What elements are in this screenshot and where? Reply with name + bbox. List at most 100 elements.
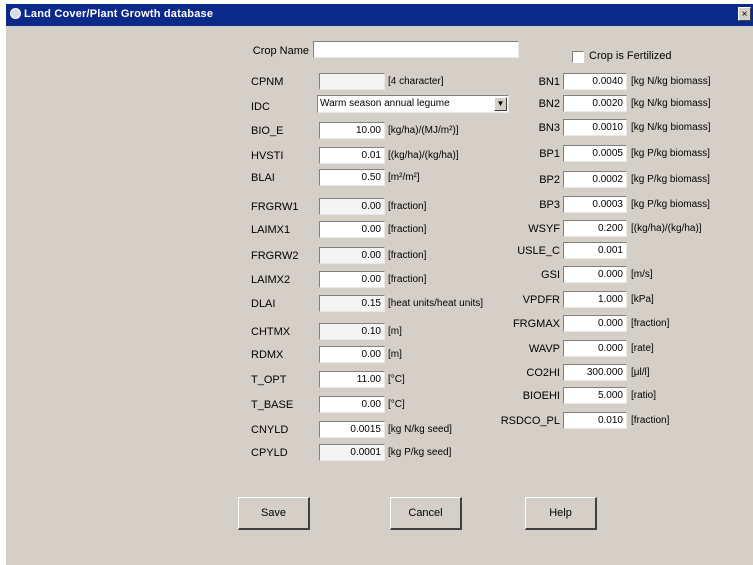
t_opt-label: T_OPT: [251, 374, 287, 386]
bp2-label: BP2: [539, 174, 560, 186]
bp1-label: BP1: [539, 148, 560, 160]
bp2-unit: [kg P/kg biomass]: [631, 174, 710, 185]
wavp-unit: [rate]: [631, 343, 654, 354]
cnyld-input[interactable]: 0.0015: [319, 421, 385, 438]
frgrw2-unit: [fraction]: [388, 250, 427, 261]
vpdfr-label: VPDFR: [522, 294, 560, 306]
hvsti-label: HVSTI: [251, 150, 284, 162]
cpyld-unit: [kg P/kg seed]: [388, 447, 452, 458]
frgmax-input[interactable]: 0.000: [563, 315, 627, 332]
bp3-label: BP3: [539, 199, 560, 211]
database-dialog: Land Cover/Plant Growth database × Crop …: [6, 4, 753, 565]
frgrw1-input[interactable]: 0.00: [319, 198, 385, 215]
bp2-input[interactable]: 0.0002: [563, 171, 627, 188]
cnyld-label: CNYLD: [251, 424, 289, 436]
frgmax-label: FRGMAX: [512, 318, 560, 330]
rsdco_pl-label: RSDCO_PL: [500, 415, 560, 427]
wsyf-unit: [(kg/ha)/(kg/ha)]: [631, 223, 702, 234]
crop-fertilized-label: Crop is Fertilized: [589, 50, 672, 62]
rdmx-label: RDMX: [251, 349, 284, 361]
blai-input[interactable]: 0.50: [319, 169, 385, 186]
app-icon: [10, 8, 21, 19]
bn2-unit: [kg N/kg biomass]: [631, 98, 711, 109]
wavp-label: WAVP: [528, 343, 560, 355]
bp1-input[interactable]: 0.0005: [563, 145, 627, 162]
close-button[interactable]: ×: [738, 7, 751, 21]
biaehi-label: BIOEHI: [522, 390, 560, 402]
bn1-label: BN1: [538, 76, 560, 88]
laimx2-unit: [fraction]: [388, 274, 427, 285]
wsyf-input[interactable]: 0.200: [563, 220, 627, 237]
bp3-input[interactable]: 0.0003: [563, 196, 627, 213]
dlai-unit: [heat units/heat units]: [388, 298, 484, 309]
cpyld-input[interactable]: 0.0001: [319, 444, 385, 461]
idc-selected-value: Warm season annual legume: [320, 98, 450, 109]
biaehi-unit: [ratio]: [631, 390, 657, 401]
wsyf-label: WSYF: [528, 223, 560, 235]
chtmx-label: CHTMX: [251, 326, 291, 338]
bp1-unit: [kg P/kg biomass]: [631, 148, 710, 159]
t_base-unit: [°C]: [388, 399, 405, 410]
co2hi-label: CO2HI: [526, 367, 560, 379]
cancel-button[interactable]: Cancel: [390, 497, 462, 530]
chtmx-unit: [m]: [388, 326, 402, 337]
bn2-label: BN2: [538, 98, 560, 110]
wavp-input[interactable]: 0.000: [563, 340, 627, 357]
vpdfr-input[interactable]: 1.000: [563, 291, 627, 308]
frgrw2-input[interactable]: 0.00: [319, 247, 385, 264]
cpnm-input[interactable]: [319, 73, 385, 90]
crop-name-input[interactable]: [313, 41, 519, 58]
frgrw1-label: FRGRW1: [251, 201, 299, 213]
crop-name-label: Crop Name: [252, 45, 309, 57]
rsdco_pl-input[interactable]: 0.010: [563, 412, 627, 429]
frgrw1-unit: [fraction]: [388, 201, 427, 212]
window-title: Land Cover/Plant Growth database: [24, 8, 214, 20]
co2hi-unit: [μl/l]: [631, 367, 650, 378]
cpyld-label: CPYLD: [251, 447, 288, 459]
laimx2-label: LAIMX2: [251, 274, 291, 286]
bio_e-unit: [kg/ha)/(MJ/m²)]: [388, 125, 459, 136]
blai-unit: [m²/m²]: [388, 172, 420, 183]
bn1-input[interactable]: 0.0040: [563, 73, 627, 90]
t_base-input[interactable]: 0.00: [319, 396, 385, 413]
crop-fertilized-checkbox[interactable]: [572, 51, 584, 63]
bn2-input[interactable]: 0.0020: [563, 95, 627, 112]
bio_e-label: BIO_E: [251, 125, 284, 137]
usle_c-label: USLE_C: [517, 245, 560, 257]
t_opt-unit: [°C]: [388, 374, 405, 385]
hvsti-input[interactable]: 0.01: [319, 147, 385, 164]
rsdco_pl-unit: [fraction]: [631, 415, 670, 426]
hvsti-unit: [(kg/ha)/(kg/ha)]: [388, 150, 459, 161]
t_base-label: T_BASE: [251, 399, 294, 411]
idc-label: IDC: [251, 101, 270, 113]
save-button[interactable]: Save: [238, 497, 310, 530]
laimx1-input[interactable]: 0.00: [319, 221, 385, 238]
bn1-unit: [kg N/kg biomass]: [631, 76, 711, 87]
help-button[interactable]: Help: [525, 497, 597, 530]
title-bar[interactable]: Land Cover/Plant Growth database ×: [6, 4, 753, 26]
bn3-label: BN3: [538, 122, 560, 134]
gsi-label: GSI: [541, 269, 560, 281]
frgrw2-label: FRGRW2: [251, 250, 299, 262]
laimx1-label: LAIMX1: [251, 224, 291, 236]
bp3-unit: [kg P/kg biomass]: [631, 199, 710, 210]
cpnm-unit: [4 character]: [388, 76, 444, 87]
co2hi-input[interactable]: 300.000: [563, 364, 627, 381]
rdmx-input[interactable]: 0.00: [319, 346, 385, 363]
dlai-input[interactable]: 0.15: [319, 295, 385, 312]
laimx2-input[interactable]: 0.00: [319, 271, 385, 288]
biaehi-input[interactable]: 5.000: [563, 387, 627, 404]
bio_e-input[interactable]: 10.00: [319, 122, 385, 139]
cnyld-unit: [kg N/kg seed]: [388, 424, 452, 435]
t_opt-input[interactable]: 11.00: [319, 371, 385, 388]
cpnm-label: CPNM: [251, 76, 284, 88]
rdmx-unit: [m]: [388, 349, 402, 360]
chtmx-input[interactable]: 0.10: [319, 323, 385, 340]
usle_c-input[interactable]: 0.001: [563, 242, 627, 259]
dlai-label: DLAI: [251, 298, 276, 310]
gsi-input[interactable]: 0.000: [563, 266, 627, 283]
laimx1-unit: [fraction]: [388, 224, 427, 235]
bn3-input[interactable]: 0.0010: [563, 119, 627, 136]
bn3-unit: [kg N/kg biomass]: [631, 122, 711, 133]
frgmax-unit: [fraction]: [631, 318, 670, 329]
